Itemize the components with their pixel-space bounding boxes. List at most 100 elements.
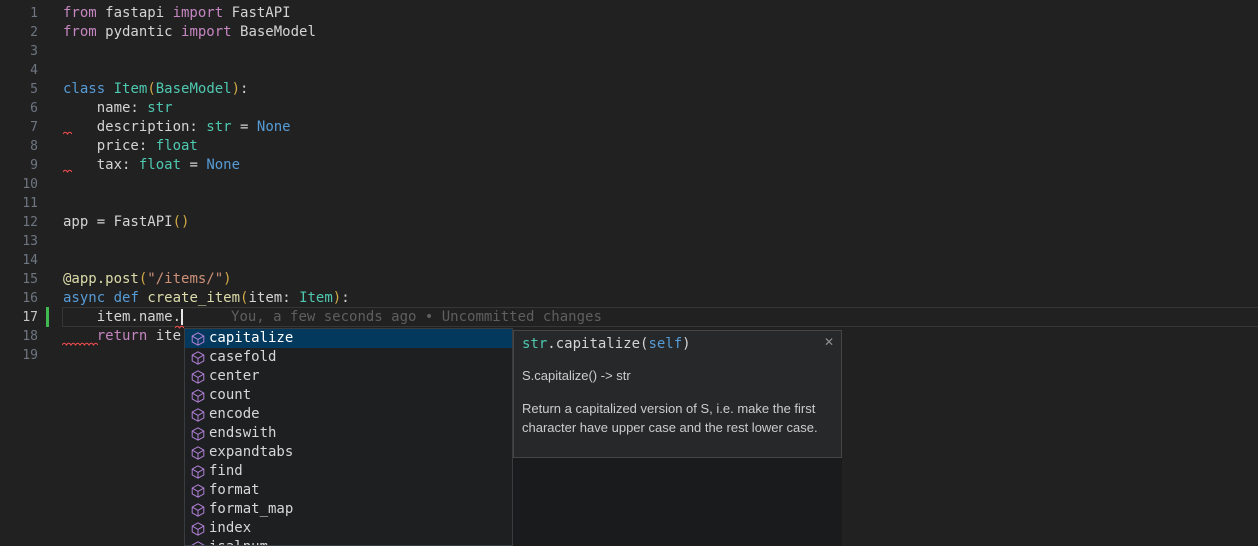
code-token: pydantic	[97, 24, 181, 40]
line-number: 2	[0, 23, 38, 42]
doc-summary: S.capitalize() -> str	[522, 368, 833, 383]
code-token: float	[139, 157, 181, 173]
code-token: FastAPI	[223, 5, 290, 21]
gutter-modified-indicator	[46, 307, 49, 327]
code-token: str	[522, 336, 547, 352]
suggestion-list[interactable]: capitalize casefold center count encode …	[185, 329, 512, 546]
code-token: )	[232, 81, 240, 97]
code-token: Item	[114, 81, 148, 97]
autocomplete-dropdown[interactable]: capitalize casefold center count encode …	[184, 328, 513, 546]
suggestion-label: isalnum	[209, 538, 268, 546]
method-icon	[190, 445, 206, 461]
code-token: tax:	[63, 157, 139, 173]
suggestion-label: expandtabs	[209, 443, 293, 462]
error-squiggle-icon	[63, 130, 72, 135]
method-icon	[190, 426, 206, 442]
suggestion-label: index	[209, 519, 251, 538]
code-line[interactable]: 7 description: str = None	[0, 118, 1258, 137]
method-icon	[190, 388, 206, 404]
line-number: 17	[0, 308, 38, 327]
code-line[interactable]: 17 item.name.You, a few seconds ago • Un…	[0, 308, 1258, 327]
code-token: None	[206, 157, 240, 173]
code-line[interactable]: 11	[0, 194, 1258, 213]
line-number: 16	[0, 289, 38, 308]
suggestion-label: casefold	[209, 348, 276, 367]
code-line[interactable]: 6 name: str	[0, 99, 1258, 118]
line-content: @app.post("/items/")	[63, 270, 232, 289]
suggestion-item[interactable]: expandtabs	[185, 443, 512, 462]
code-token: BaseModel	[156, 81, 232, 97]
code-token: price:	[63, 138, 156, 154]
code-line[interactable]: 8 price: float	[0, 137, 1258, 156]
suggestion-item[interactable]: center	[185, 367, 512, 386]
code-area[interactable]: 1from fastapi import FastAPI2from pydant…	[0, 0, 1258, 365]
code-line[interactable]: 10	[0, 175, 1258, 194]
code-token: =	[232, 119, 257, 135]
code-line[interactable]: 1from fastapi import FastAPI	[0, 4, 1258, 23]
code-token: float	[156, 138, 198, 154]
code-token: Item	[299, 290, 333, 306]
line-number: 5	[0, 80, 38, 99]
code-line[interactable]: 5class Item(BaseModel):	[0, 80, 1258, 99]
code-token: import	[173, 5, 224, 21]
error-squiggle-icon	[63, 168, 72, 173]
code-token: from	[63, 24, 97, 40]
line-content: from pydantic import BaseModel	[63, 23, 316, 42]
suggestion-label: count	[209, 386, 251, 405]
suggestion-item[interactable]: format	[185, 481, 512, 500]
line-number: 18	[0, 327, 38, 346]
code-editor[interactable]: 1from fastapi import FastAPI2from pydant…	[0, 0, 1258, 546]
code-token: fastapi	[97, 5, 173, 21]
code-token: item:	[248, 290, 299, 306]
code-token: .capitalize(	[547, 336, 648, 352]
code-line[interactable]: 9 tax: float = None	[0, 156, 1258, 175]
code-token: def	[114, 290, 139, 306]
suggestion-item[interactable]: count	[185, 386, 512, 405]
suggest-details-shadow	[513, 458, 842, 546]
code-token: app = FastAPI	[63, 214, 173, 230]
suggestion-label: center	[209, 367, 260, 386]
line-number: 11	[0, 194, 38, 213]
code-token: name:	[63, 100, 147, 116]
line-number: 19	[0, 346, 38, 365]
close-icon[interactable]: ✕	[822, 333, 836, 351]
code-line[interactable]: 3	[0, 42, 1258, 61]
code-line[interactable]: 12app = FastAPI()	[0, 213, 1258, 232]
suggestion-item[interactable]: capitalize	[185, 329, 512, 348]
suggestion-item[interactable]: isalnum	[185, 538, 512, 546]
line-number: 14	[0, 251, 38, 270]
code-token: :	[341, 290, 349, 306]
suggestion-item[interactable]: encode	[185, 405, 512, 424]
suggestion-label: endswith	[209, 424, 276, 443]
code-token: @app.post	[63, 271, 139, 287]
suggestion-item[interactable]: casefold	[185, 348, 512, 367]
line-number: 12	[0, 213, 38, 232]
line-content: name: str	[63, 99, 173, 118]
code-line[interactable]: 13	[0, 232, 1258, 251]
code-line[interactable]: 16 async def create_item(item: Item):	[0, 289, 1258, 308]
method-icon	[190, 464, 206, 480]
code-line[interactable]: 15@app.post("/items/")	[0, 270, 1258, 289]
inline-blame: You, a few seconds ago • Uncommitted cha…	[231, 309, 602, 325]
suggestion-item[interactable]: index	[185, 519, 512, 538]
doc-body: Return a capitalized version of S, i.e. …	[522, 399, 834, 437]
suggestion-label: encode	[209, 405, 260, 424]
suggestion-item[interactable]: find	[185, 462, 512, 481]
line-number: 7	[0, 118, 38, 137]
code-token: )	[223, 271, 231, 287]
code-token	[105, 81, 113, 97]
code-line[interactable]: 2 from pydantic import BaseModel	[0, 23, 1258, 42]
text-cursor	[181, 309, 183, 325]
code-token: )	[333, 290, 341, 306]
code-line[interactable]: 14	[0, 251, 1258, 270]
code-token: str	[147, 100, 172, 116]
code-line[interactable]: 4	[0, 61, 1258, 80]
line-content: async def create_item(item: Item):	[63, 289, 350, 308]
code-token: :	[240, 81, 248, 97]
code-token: return	[97, 328, 148, 344]
line-number: 1	[0, 4, 38, 23]
suggestion-item[interactable]: endswith	[185, 424, 512, 443]
method-icon	[190, 540, 206, 546]
suggestion-item[interactable]: format_map	[185, 500, 512, 519]
method-icon	[190, 483, 206, 499]
